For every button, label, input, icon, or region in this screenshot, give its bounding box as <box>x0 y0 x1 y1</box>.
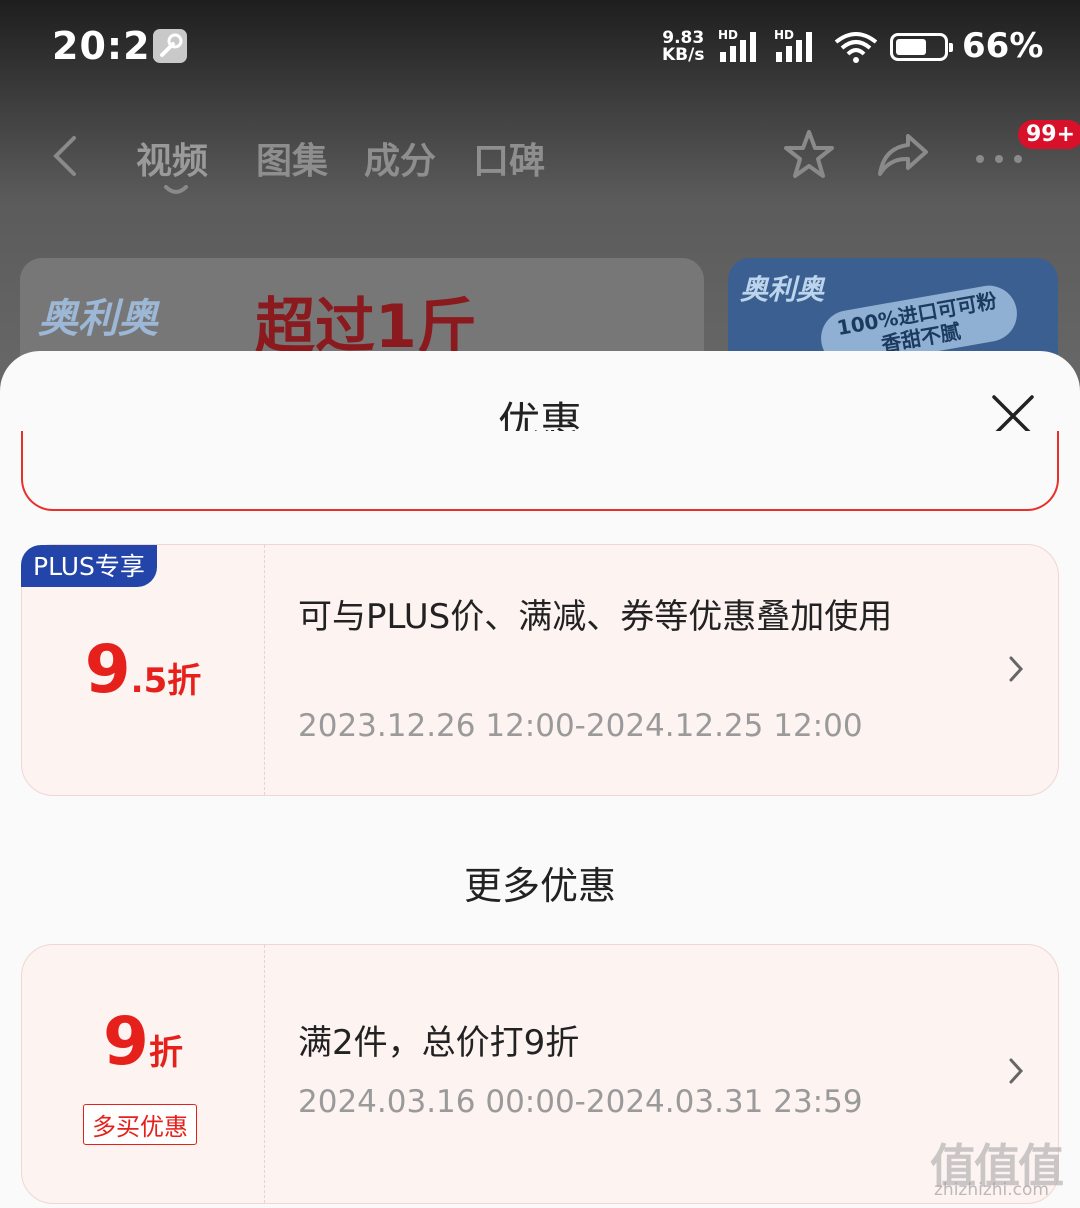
back-icon[interactable] <box>50 134 80 182</box>
discount-small: 折 <box>148 1033 183 1073</box>
offer-description: 满2件，总价打9折 <box>298 1023 580 1063</box>
watermark-url: zhizhizhi.com <box>934 1180 1049 1200</box>
more-offers-title: 更多优惠 <box>463 864 616 908</box>
favorite-star-icon[interactable] <box>782 128 836 186</box>
battery-icon <box>890 33 953 61</box>
signal-icon-1: HD <box>718 28 764 62</box>
battery-percent: 66% <box>962 26 1044 66</box>
card-divider <box>264 945 265 1203</box>
multibuy-tag: 多买优惠 <box>83 1104 197 1145</box>
wifi-icon <box>832 30 880 68</box>
discount-value: 9.5折 <box>22 631 264 708</box>
previous-offer-card-edge <box>21 431 1059 511</box>
top-nav: 视频 图集 成分 口碑 99+ <box>0 120 1080 200</box>
brand-logo-2: 奥利奥 <box>740 273 825 306</box>
chevron-right-icon <box>1008 655 1024 687</box>
status-bar: 20:23 9.83 KB/s HD HD 66% <box>0 0 1080 92</box>
discount-big: 9 <box>103 1003 149 1080</box>
offers-sheet: 优惠 PLUS专享 9.5折 可与PLUS价、满减、券等优惠叠加使用 2023.… <box>0 351 1080 1208</box>
discount-small: .5折 <box>130 661 202 701</box>
signal-2-label: HD <box>774 28 795 42</box>
more-options-icon[interactable] <box>972 150 1026 169</box>
tab-video[interactable]: 视频 <box>136 132 208 184</box>
offer-card-multibuy[interactable]: 9折 多买优惠 满2件，总价打9折 2024.03.16 00:00-2024.… <box>21 944 1059 1204</box>
card-divider <box>264 545 265 795</box>
offer-period: 2024.03.16 00:00-2024.03.31 23:59 <box>298 1084 863 1120</box>
battery-fill <box>896 39 926 55</box>
signal-icon-2: HD <box>774 28 820 62</box>
chevron-right-icon <box>1008 1057 1024 1089</box>
brand-logo-1: 奥利奥 <box>38 296 158 342</box>
network-speed-unit: KB/s <box>662 45 705 65</box>
signal-1-label: HD <box>718 28 739 42</box>
tab-indicator <box>164 182 188 201</box>
offer-description: 可与PLUS价、满减、券等优惠叠加使用 <box>298 597 893 637</box>
tab-ingredients[interactable]: 成分 <box>364 132 436 184</box>
discount-value: 9折 <box>22 1003 264 1080</box>
notification-badge: 99+ <box>1018 120 1080 149</box>
share-icon[interactable] <box>876 132 930 182</box>
plus-exclusive-tag: PLUS专享 <box>21 545 157 587</box>
network-speed: 9.83 KB/s <box>662 30 704 64</box>
offer-card-plus[interactable]: PLUS专享 9.5折 可与PLUS价、满减、券等优惠叠加使用 2023.12.… <box>21 544 1059 796</box>
discount-big: 9 <box>84 631 131 708</box>
offer-period: 2023.12.26 12:00-2024.12.25 12:00 <box>298 708 863 744</box>
wrench-icon <box>153 29 187 63</box>
tab-reviews[interactable]: 口碑 <box>473 132 545 184</box>
tab-gallery[interactable]: 图集 <box>256 132 328 184</box>
